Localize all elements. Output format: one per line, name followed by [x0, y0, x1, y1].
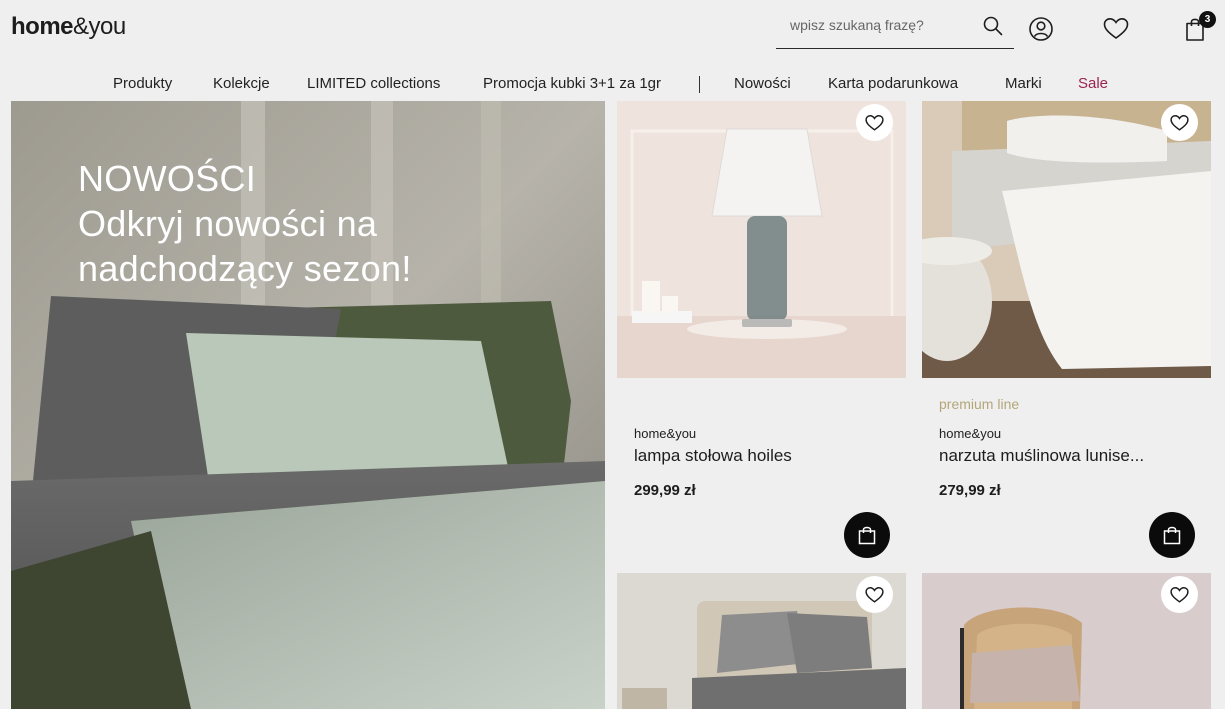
add-to-cart-button[interactable] [844, 512, 890, 558]
hero-line-1: NOWOŚCI [78, 158, 257, 199]
hero-heading: NOWOŚCI Odkryj nowości na nadchodzący se… [78, 156, 412, 291]
add-to-wishlist-button[interactable] [856, 104, 893, 141]
heart-icon [865, 587, 884, 603]
product-name[interactable]: lampa stołowa hoiles [634, 446, 792, 466]
add-to-wishlist-button[interactable] [1161, 576, 1198, 613]
lamp-photo [617, 101, 906, 378]
nav-item-produkty[interactable]: Produkty [113, 75, 172, 92]
product-brand: home&you [634, 426, 697, 441]
premium-tag: premium line [939, 396, 1020, 412]
product-name[interactable]: narzuta muślinowa lunise... [939, 446, 1144, 466]
main-nav: Produkty Kolekcje LIMITED collections Pr… [0, 73, 1225, 99]
product-image[interactable] [922, 573, 1211, 709]
hero-line-3: nadchodzący sezon! [78, 248, 412, 289]
logo-regular: &you [73, 13, 126, 40]
product-card[interactable]: premium line home&you narzuta muślinowa … [922, 101, 1211, 561]
logo[interactable]: home&you [11, 13, 126, 41]
product-brand: home&you [939, 426, 1002, 441]
hero-line-2: Odkryj nowości na [78, 203, 378, 244]
shopping-bag-icon [1163, 526, 1181, 545]
nav-item-karta[interactable]: Karta podarunkowa [828, 75, 958, 92]
product-image[interactable] [617, 573, 906, 709]
product-image[interactable] [922, 101, 1211, 378]
product-price: 299,99 zł [634, 482, 696, 499]
hero-banner[interactable]: NOWOŚCI Odkryj nowości na nadchodzący se… [11, 101, 605, 709]
add-to-cart-button[interactable] [1149, 512, 1195, 558]
product-card[interactable] [617, 573, 906, 709]
search-input[interactable] [790, 14, 970, 36]
nav-divider [699, 76, 700, 93]
nav-item-promocja[interactable]: Promocja kubki 3+1 za 1gr [483, 75, 661, 92]
heart-icon [865, 115, 884, 131]
nav-item-marki[interactable]: Marki [1005, 75, 1042, 92]
product-card[interactable]: home&you lampa stołowa hoiles 299,99 zł [617, 101, 906, 561]
product-image[interactable] [617, 101, 906, 378]
search-icon[interactable] [982, 15, 1004, 37]
heart-icon[interactable] [1102, 15, 1130, 43]
nav-item-limited[interactable]: LIMITED collections [307, 75, 440, 92]
heart-icon [1170, 115, 1189, 131]
product-price: 279,99 zł [939, 482, 1001, 499]
heart-icon [1170, 587, 1189, 603]
logo-bold: home [11, 13, 74, 40]
header: home&you 3 [0, 0, 1225, 58]
nav-item-kolekcje[interactable]: Kolekcje [213, 75, 270, 92]
cart-count-badge: 3 [1199, 11, 1216, 28]
add-to-wishlist-button[interactable] [856, 576, 893, 613]
user-icon[interactable] [1027, 15, 1055, 43]
search-bar [776, 8, 1014, 49]
nav-item-nowosci[interactable]: Nowości [734, 75, 791, 92]
shopping-bag-icon [858, 526, 876, 545]
add-to-wishlist-button[interactable] [1161, 104, 1198, 141]
nav-item-sale[interactable]: Sale [1078, 75, 1108, 92]
product-card[interactable] [922, 573, 1211, 709]
throw-photo [922, 101, 1211, 378]
